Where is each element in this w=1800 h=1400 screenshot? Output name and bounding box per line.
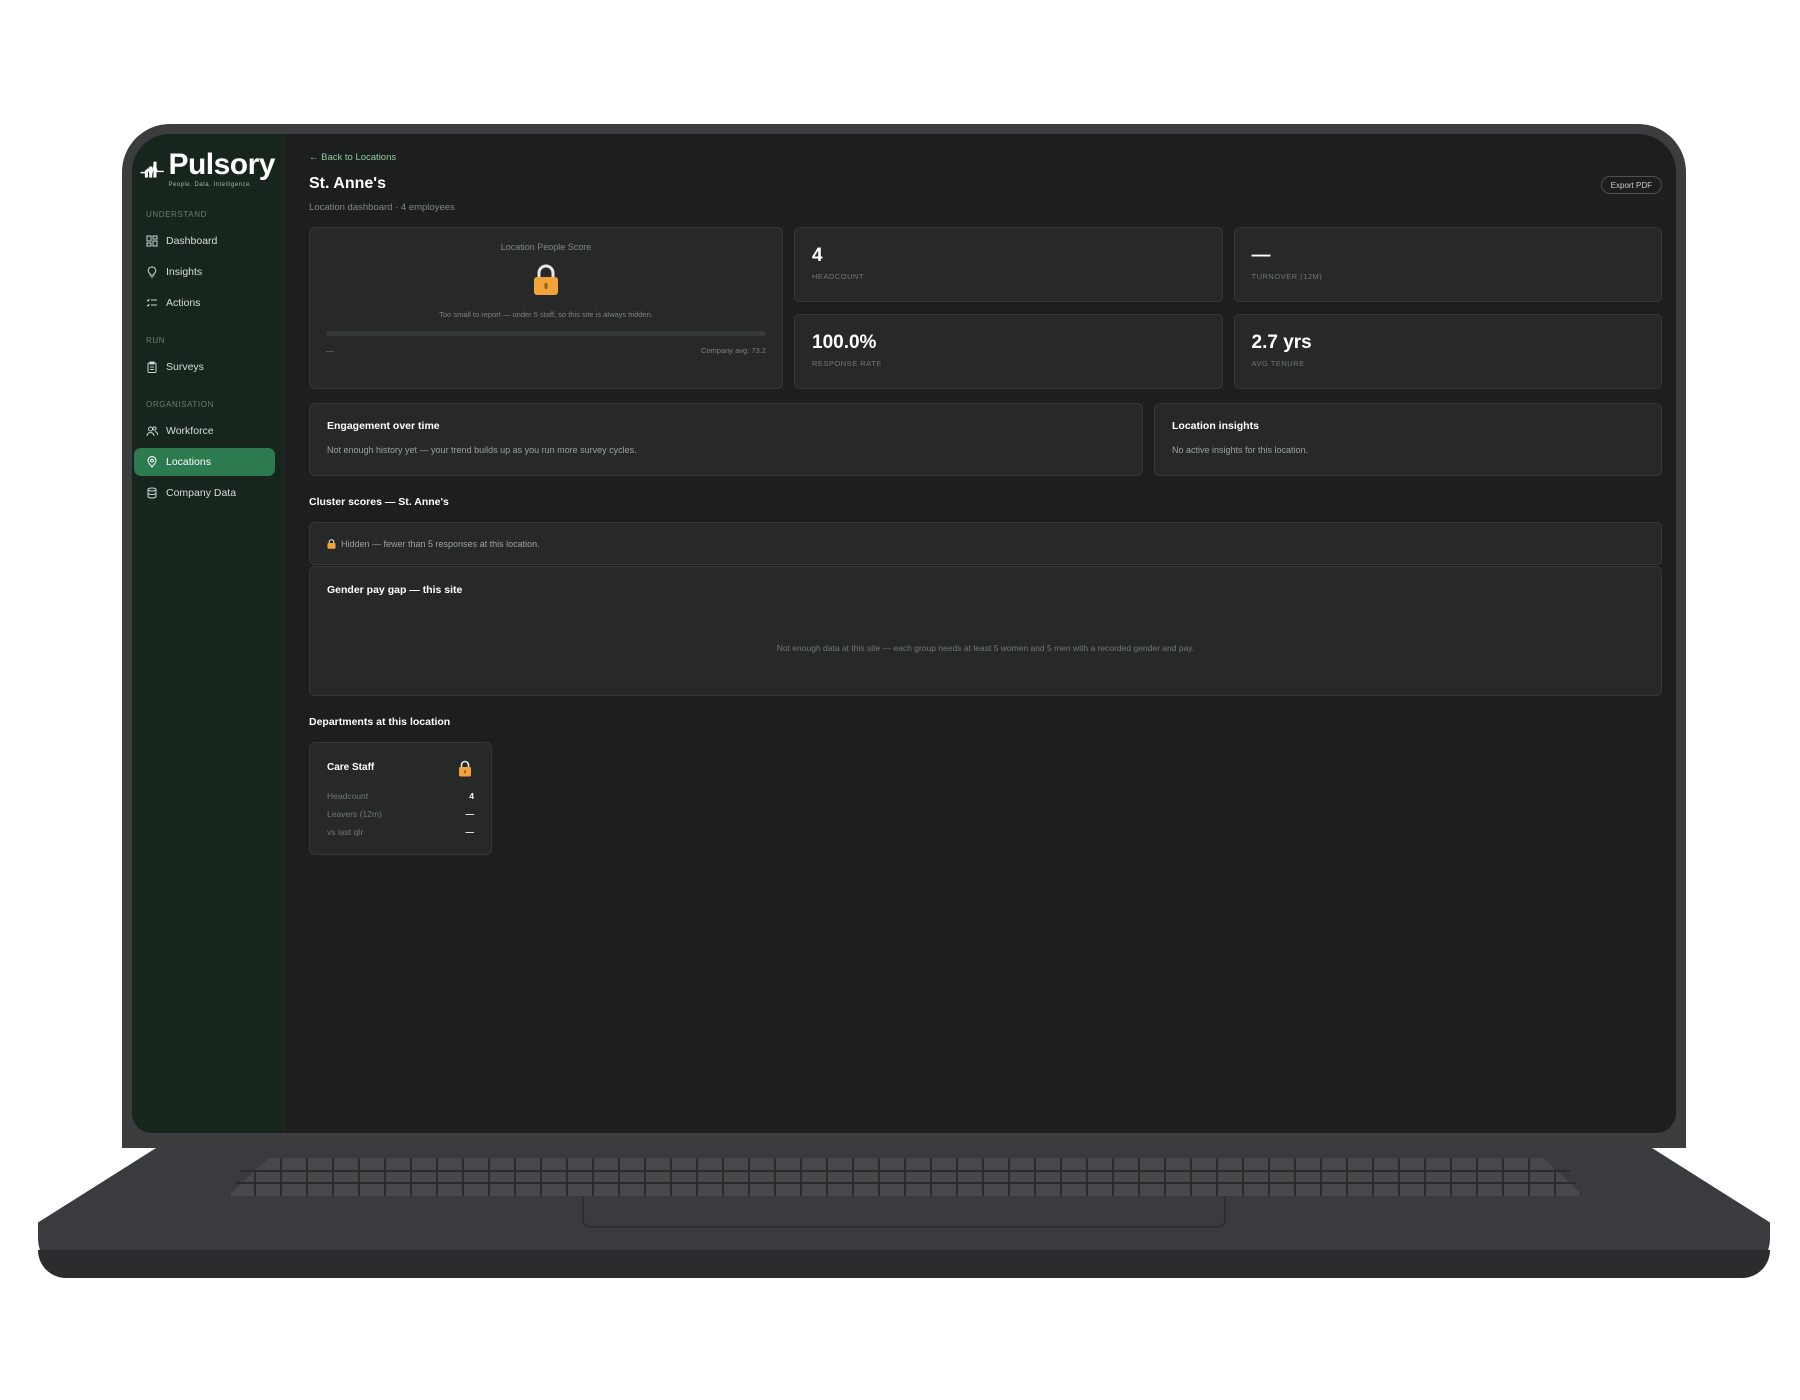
response-rate-card: 100.0% RESPONSE RATE [794, 314, 1223, 389]
nav-section-label: ORGANISATION [146, 400, 214, 409]
sidebar-item-actions[interactable]: Actions [134, 289, 275, 317]
page-subtitle: Location dashboard · 4 employees [309, 202, 455, 213]
lock-icon [534, 264, 558, 295]
department-stat-row: Leavers (12m) — [327, 805, 474, 823]
page-title: St. Anne's [309, 175, 386, 192]
card-title: Gender pay gap — this site [327, 584, 463, 596]
stat-value: — [1251, 245, 1271, 266]
departments-title: Departments at this location [309, 716, 451, 728]
keyboard-row [240, 1170, 1570, 1172]
stat-value: — [465, 809, 475, 819]
stat-label: TURNOVER (12M) [1251, 272, 1323, 281]
sidebar-item-company-data[interactable]: Company Data [134, 479, 275, 507]
sidebar-item-insights[interactable]: Insights [134, 258, 275, 286]
clipboard-icon [147, 361, 157, 373]
sidebar-item-locations[interactable]: Locations [134, 448, 275, 476]
database-icon [147, 487, 157, 499]
laptop-trackpad [582, 1196, 1226, 1228]
pay-gap-empty-state: Not enough data at this site — each grou… [776, 643, 1195, 653]
card-text: No active insights for this location. [1172, 445, 1309, 455]
sidebar-item-label: Locations [166, 456, 211, 468]
keyboard-row [236, 1182, 1576, 1184]
cluster-scores-title: Cluster scores — St. Anne's [309, 496, 449, 508]
sidebar-item-label: Insights [166, 266, 203, 278]
score-progress-bar [326, 331, 766, 336]
lock-icon [327, 538, 336, 549]
stat-value: 4 [469, 791, 474, 801]
brand-tagline: People. Data. Intelligence. [168, 182, 252, 188]
sidebar-item-surveys[interactable]: Surveys [134, 353, 275, 381]
department-stat-row: vs last qtr — [327, 823, 474, 841]
hidden-notice-text: Hidden — fewer than 5 responses at this … [341, 538, 540, 549]
location-insights-card: Location insights No active insights for… [1154, 403, 1662, 476]
brand-name: Pulsory [168, 148, 275, 181]
people-score-card: Location People Score Too small to repor… [309, 227, 783, 389]
sidebar-item-dashboard[interactable]: Dashboard [134, 227, 275, 255]
summary-grid: Location People Score Too small to repor… [309, 227, 1662, 389]
nav-section-label: RUN [146, 336, 166, 345]
turnover-card: — TURNOVER (12M) [1233, 227, 1662, 302]
stat-value: 2.7 yrs [1251, 332, 1312, 353]
main-content: ← Back to Locations St. Anne's Location … [284, 134, 1676, 1133]
stat-label: AVG TENURE [1251, 359, 1305, 368]
sidebar-item-workforce[interactable]: Workforce [134, 417, 275, 445]
department-stats: Headcount 4 Leavers (12m) — vs last qtr … [327, 787, 474, 841]
stat-label: HEADCOUNT [812, 272, 865, 281]
company-average: Company avg: 73.2 [700, 346, 766, 355]
checklist-icon [146, 298, 157, 307]
sidebar-item-label: Actions [166, 297, 201, 309]
app-screen: Pulsory People. Data. Intelligence. UNDE… [132, 134, 1676, 1133]
sidebar-item-label: Surveys [166, 361, 204, 373]
back-to-locations-link[interactable]: ← Back to Locations [309, 152, 1662, 163]
cluster-hidden-notice: Hidden — fewer than 5 responses at this … [309, 522, 1662, 565]
sidebar-item-label: Workforce [166, 425, 214, 437]
engagement-row: Engagement over time Not enough history … [309, 403, 1662, 476]
pulse-logo-icon [140, 161, 164, 178]
score-footer: — Company avg: 73.2 [326, 346, 766, 355]
sidebar-item-label: Dashboard [166, 235, 218, 247]
laptop-keyboard [228, 1158, 1584, 1196]
users-icon [146, 426, 158, 437]
lightbulb-icon [147, 266, 157, 278]
map-pin-icon [147, 456, 157, 468]
score-note: Too small to report — under 5 staff, so … [439, 310, 653, 319]
score-value: — [326, 346, 334, 355]
dashboard-icon [146, 235, 158, 247]
stat-key: Leavers (12m) [327, 809, 382, 819]
avg-tenure-card: 2.7 yrs AVG TENURE [1233, 314, 1662, 389]
headcount-card: 4 HEADCOUNT [794, 227, 1223, 302]
card-title: Engagement over time [327, 420, 440, 432]
stat-value: — [465, 827, 475, 837]
stat-key: Headcount [327, 791, 369, 801]
card-text: Not enough history yet — your trend buil… [327, 445, 637, 455]
department-card[interactable]: Care Staff Headcount 4 Leavers (12m) — v… [309, 742, 492, 855]
gender-pay-gap-card: Gender pay gap — this site Not enough da… [309, 566, 1662, 696]
sidebar: Pulsory People. Data. Intelligence. UNDE… [132, 134, 284, 1133]
export-pdf-button[interactable]: Export PDF [1600, 176, 1662, 194]
stat-value: 100.0% [812, 332, 877, 353]
card-title: Location insights [1172, 420, 1259, 432]
department-name: Care Staff [327, 762, 375, 773]
engagement-card: Engagement over time Not enough history … [309, 403, 1143, 476]
brand-logo[interactable]: Pulsory People. Data. Intelligence. [134, 142, 275, 194]
nav-section-label: UNDERSTAND [146, 210, 207, 219]
lock-icon [459, 760, 471, 777]
stat-value: 4 [812, 245, 823, 266]
stat-key: vs last qtr [327, 827, 364, 837]
department-stat-row: Headcount 4 [327, 787, 474, 805]
stat-grid: 4 HEADCOUNT — TURNOVER (12M) 100.0% RESP… [794, 227, 1662, 389]
score-title: Location People Score [500, 242, 592, 252]
laptop-base-edge [38, 1250, 1770, 1278]
stat-label: RESPONSE RATE [812, 359, 882, 368]
sidebar-item-label: Company Data [166, 487, 237, 499]
